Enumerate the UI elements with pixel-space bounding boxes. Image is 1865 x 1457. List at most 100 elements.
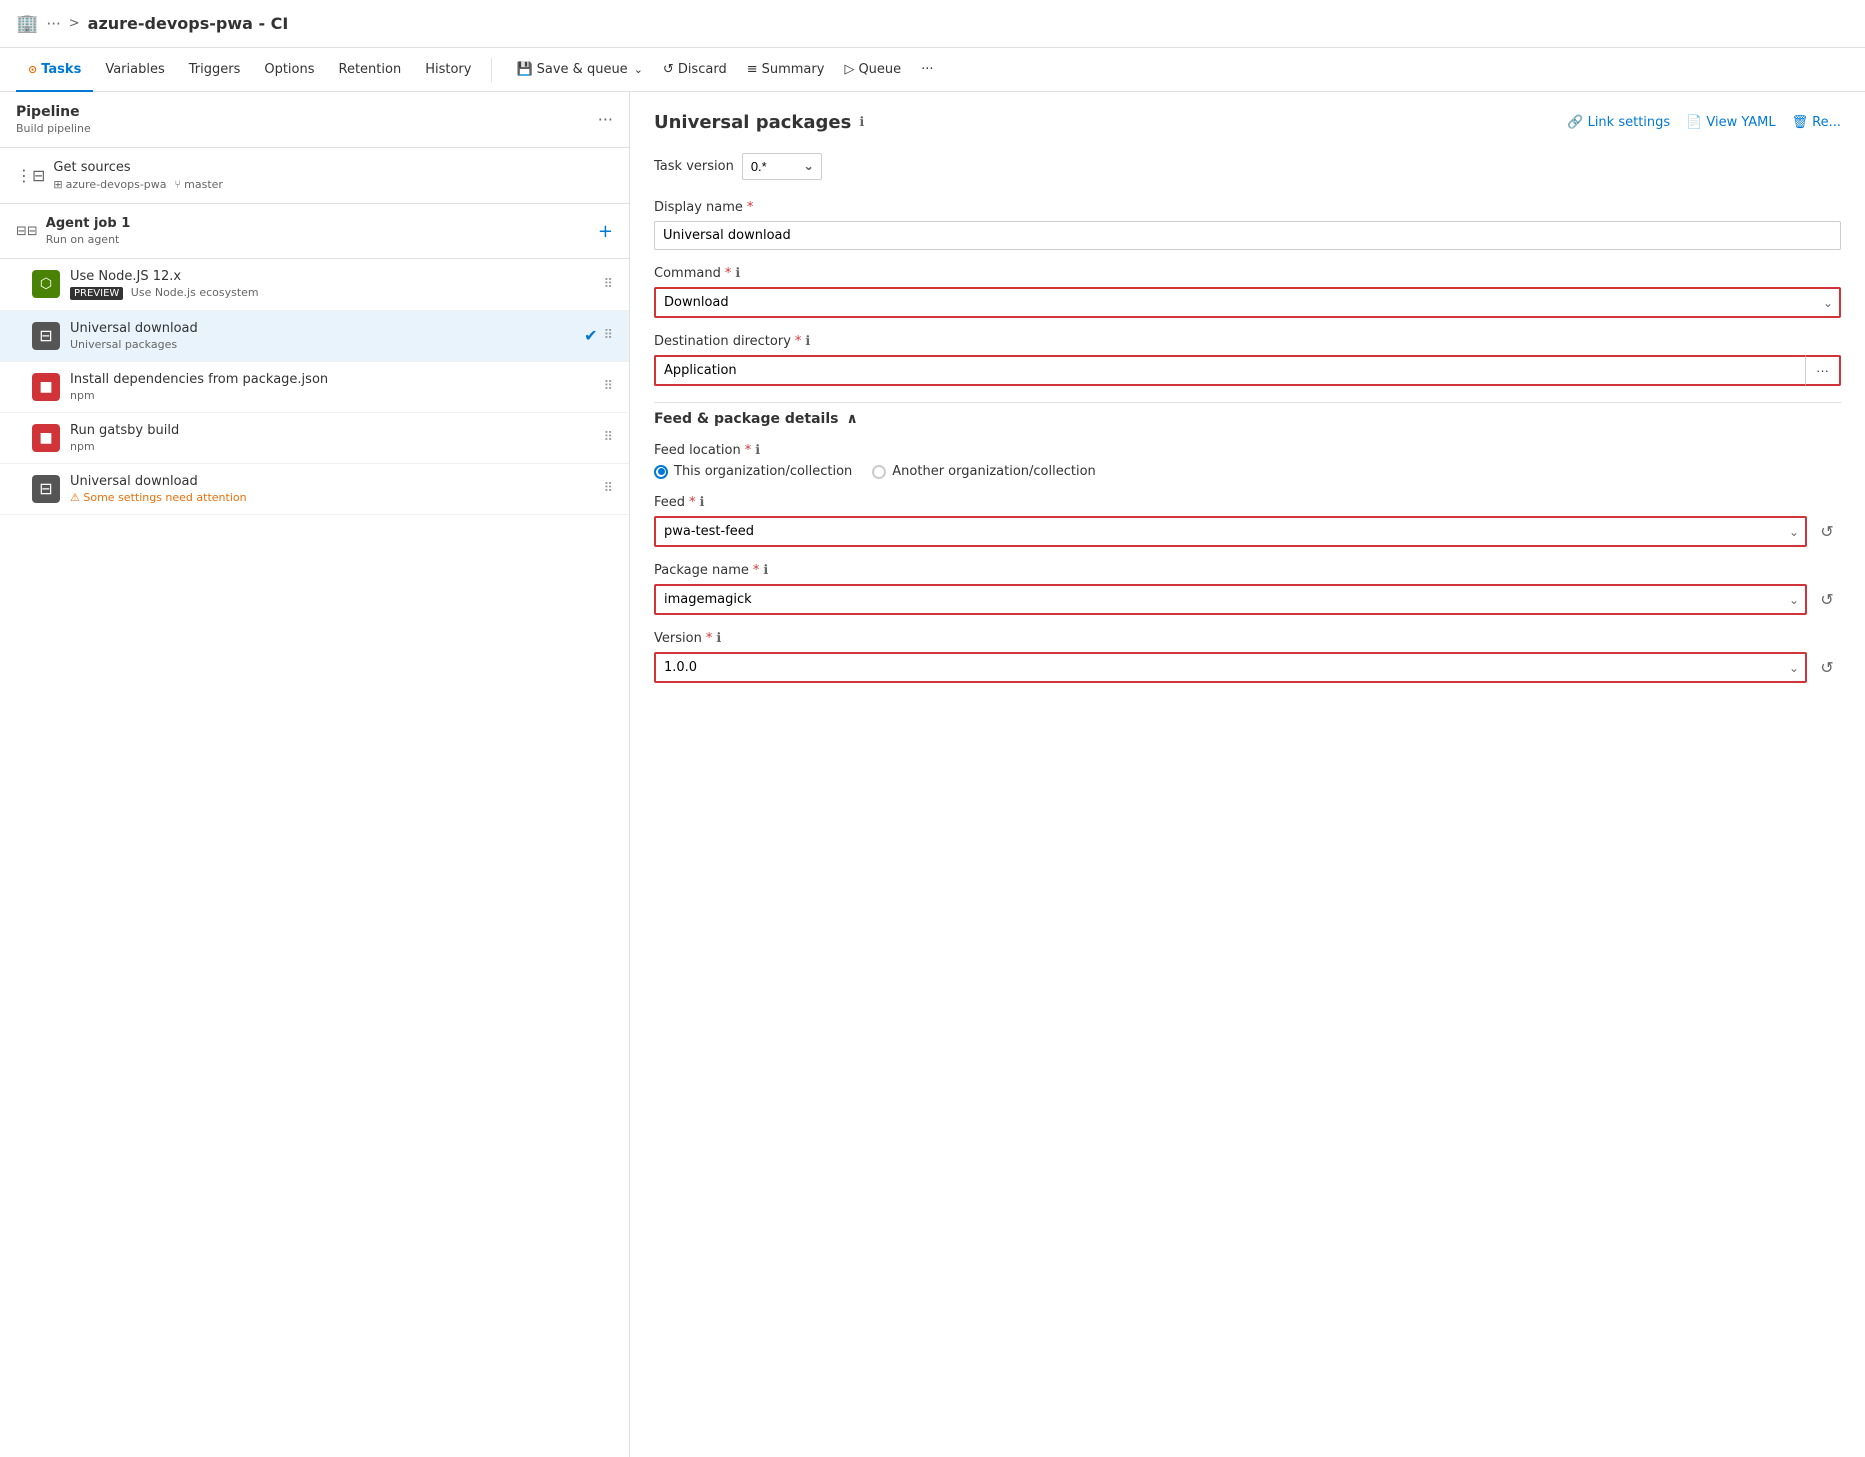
dest-dir-row: ··· [654, 355, 1841, 386]
task-item-title: Run gatsby build [70, 423, 179, 438]
version-wrapper: 0.* ⌄ [742, 153, 822, 180]
add-task-button[interactable]: + [598, 221, 613, 242]
pipeline-title: Pipeline [16, 104, 91, 120]
tab-options[interactable]: Options [252, 48, 326, 92]
install-deps-icon: ■ [32, 373, 60, 401]
view-yaml-button[interactable]: 📄 View YAML [1686, 115, 1775, 130]
task-item-left: ■ Run gatsby build npm [32, 423, 179, 453]
link-settings-icon: 🔗 [1567, 115, 1583, 130]
task-item-right: ✔ ⠿ [584, 326, 613, 345]
display-name-label: Display name * [654, 200, 1841, 215]
version-select[interactable]: 1.0.0 [654, 652, 1807, 683]
task-item-subtitle: npm [70, 389, 328, 402]
discard-icon: ↺ [663, 62, 674, 77]
destination-dir-input[interactable] [654, 355, 1805, 386]
drag-handle[interactable]: ⠿ [603, 328, 613, 343]
task-check-icon: ✔ [584, 326, 597, 345]
save-queue-button[interactable]: 💾 Save & queue ⌄ [508, 58, 650, 81]
main-layout: Pipeline Build pipeline ··· ⋮⊟ Get sourc… [0, 92, 1865, 1457]
drag-handle2[interactable]: ⠿ [603, 481, 613, 496]
task-item-gatsby-build[interactable]: ■ Run gatsby build npm ⠿ [0, 413, 629, 464]
summary-button[interactable]: ≡ Summary [739, 58, 833, 81]
task-item-title: Install dependencies from package.json [70, 372, 328, 387]
branch-icon: ⑂ [175, 178, 182, 191]
agent-job-icon: ⊟⊟ [16, 224, 38, 239]
discard-button[interactable]: ↺ Discard [655, 58, 735, 81]
summary-icon: ≡ [747, 62, 758, 77]
task-item-universal-download-2[interactable]: ⊟ Universal download ⚠ Some settings nee… [0, 464, 629, 515]
dest-dir-info-icon[interactable]: ℹ [805, 334, 810, 349]
destination-dir-browse-button[interactable]: ··· [1805, 355, 1841, 386]
title-info-icon[interactable]: ℹ [859, 115, 864, 130]
left-panel: Pipeline Build pipeline ··· ⋮⊟ Get sourc… [0, 92, 630, 1457]
task-item-title: Universal download [70, 321, 198, 336]
task-version-select[interactable]: 0.* [742, 153, 822, 180]
right-panel: Universal packages ℹ 🔗 Link settings 📄 V… [630, 92, 1865, 1457]
feed-location-this-org[interactable]: This organization/collection [654, 464, 852, 479]
feed-location-field: Feed location * ℹ This organization/coll… [654, 443, 1841, 479]
more-button[interactable]: ··· [913, 58, 941, 81]
get-sources-item[interactable]: ⋮⊟ Get sources ⊞ azure-devops-pwa ⑂ mast… [0, 148, 629, 204]
task-item-nodejs[interactable]: ⬡ Use Node.JS 12.x PREVIEW Use Node.js e… [0, 259, 629, 311]
preview-badge: PREVIEW [70, 287, 123, 300]
feed-info-icon[interactable]: ℹ [700, 495, 705, 510]
agent-job-item[interactable]: ⊟⊟ Agent job 1 Run on agent + [0, 204, 629, 259]
rp-header: Universal packages ℹ 🔗 Link settings 📄 V… [654, 112, 1841, 133]
package-name-info-icon[interactable]: ℹ [763, 563, 768, 578]
package-name-refresh-button[interactable]: ↺ [1813, 586, 1841, 614]
required-indicator: * [753, 563, 760, 578]
tasks-tab-icon: ⊙ [28, 63, 37, 76]
destination-dir-field: Destination directory * ℹ ··· [654, 334, 1841, 386]
task-item-subtitle-warning: ⚠ Some settings need attention [70, 491, 247, 504]
tab-triggers[interactable]: Triggers [177, 48, 253, 92]
link-settings-button[interactable]: 🔗 Link settings [1567, 115, 1670, 130]
task-item-left: ■ Install dependencies from package.json… [32, 372, 328, 402]
tab-tasks[interactable]: ⊙ Tasks [16, 48, 93, 92]
display-name-input[interactable] [654, 221, 1841, 250]
task-item-content: Use Node.JS 12.x PREVIEW Use Node.js eco… [70, 269, 259, 300]
version-info-icon[interactable]: ℹ [716, 631, 721, 646]
version-refresh-button[interactable]: ↺ [1813, 654, 1841, 682]
tab-variables[interactable]: Variables [93, 48, 176, 92]
feed-select-with-refresh: pwa-test-feed ⌄ ↺ [654, 516, 1841, 547]
task-item-install-deps[interactable]: ■ Install dependencies from package.json… [0, 362, 629, 413]
nodejs-icon-shape: ⬡ [40, 276, 52, 292]
feed-field: Feed * ℹ pwa-test-feed ⌄ ↺ [654, 495, 1841, 547]
package-name-select-wrapper: imagemagick ⌄ [654, 584, 1807, 615]
rp-title-row: Universal packages ℹ [654, 112, 864, 133]
agent-job-subtitle: Run on agent [46, 233, 130, 246]
version-select-wrapper: 1.0.0 ⌄ [654, 652, 1807, 683]
feed-select[interactable]: pwa-test-feed [654, 516, 1807, 547]
feed-location-another-org[interactable]: Another organization/collection [872, 464, 1095, 479]
universal-download-2-icon: ⊟ [32, 475, 60, 503]
feed-section-chevron[interactable]: ∧ [846, 411, 857, 427]
rp-actions: 🔗 Link settings 📄 View YAML 🗑 Re... [1567, 115, 1841, 130]
npm-icon-shape2: ■ [39, 430, 52, 446]
tab-retention[interactable]: Retention [327, 48, 414, 92]
drag-handle[interactable]: ⠿ [603, 379, 613, 394]
pipeline-more-button[interactable]: ··· [598, 110, 613, 129]
tab-history[interactable]: History [413, 48, 483, 92]
queue-button[interactable]: ▷ Queue [836, 58, 909, 81]
pipeline-title-block: Pipeline Build pipeline [16, 104, 91, 135]
feed-refresh-button[interactable]: ↺ [1813, 518, 1841, 546]
topbar-dots[interactable]: ··· [46, 15, 60, 33]
task-item-universal-download-active[interactable]: ⊟ Universal download Universal packages … [0, 311, 629, 362]
feed-location-info-icon[interactable]: ℹ [755, 443, 760, 458]
universal-download2-icon-shape: ⊟ [39, 479, 52, 498]
required-indicator: * [745, 443, 752, 458]
drag-handle[interactable]: ⠿ [603, 277, 613, 292]
task-item-title: Use Node.JS 12.x [70, 269, 259, 284]
universal-download-icon-shape: ⊟ [39, 326, 52, 345]
remove-button[interactable]: 🗑 Re... [1792, 115, 1841, 130]
package-name-select[interactable]: imagemagick [654, 584, 1807, 615]
nav-tabs: ⊙ Tasks Variables Triggers Options Reten… [0, 48, 1865, 92]
command-select[interactable]: DownloadPublish [654, 287, 1841, 318]
destination-dir-label: Destination directory * ℹ [654, 334, 1841, 349]
task-item-right: ⠿ [603, 481, 613, 496]
command-info-icon[interactable]: ℹ [735, 266, 740, 281]
save-queue-dropdown-icon[interactable]: ⌄ [634, 63, 643, 76]
drag-handle[interactable]: ⠿ [603, 430, 613, 445]
feed-location-label: Feed location * ℹ [654, 443, 1841, 458]
npm-icon-shape: ■ [39, 379, 52, 395]
